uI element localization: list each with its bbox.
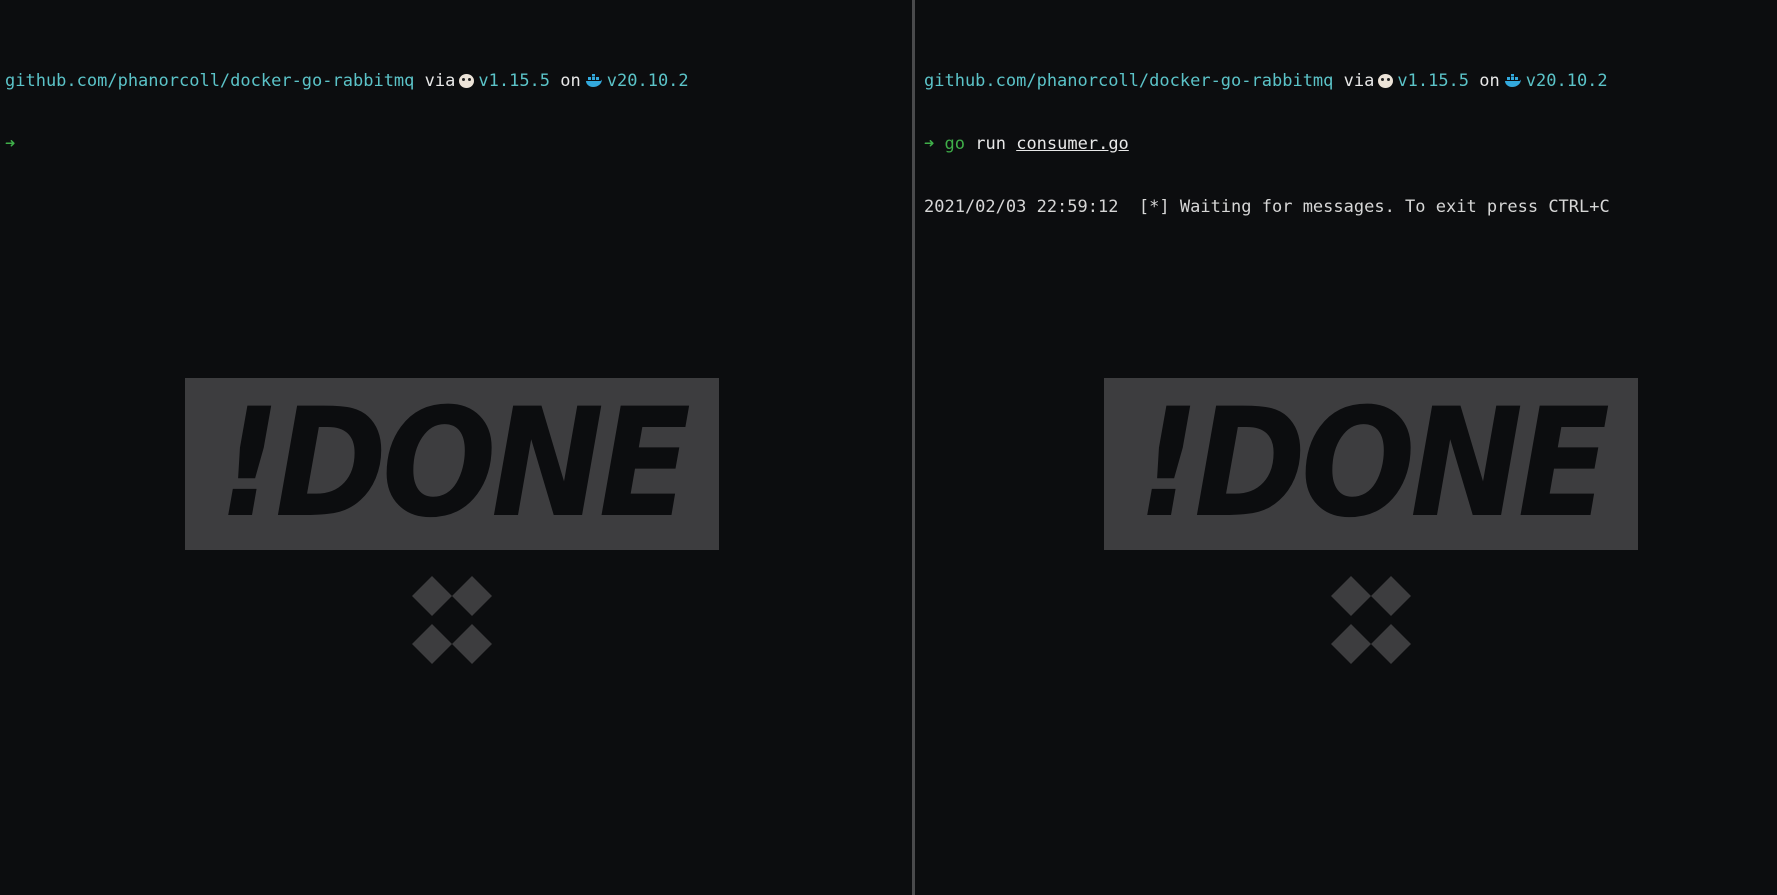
- command-file: consumer.go: [1016, 134, 1129, 154]
- command-run: run: [975, 134, 1006, 154]
- prompt-path: github.com/phanorcoll/docker-go-rabbitmq: [5, 71, 415, 91]
- go-version: v1.15.5: [1397, 71, 1470, 91]
- done-watermark: !DONE: [185, 378, 719, 668]
- prompt-on: on: [560, 71, 581, 91]
- prompt-via: via: [1343, 71, 1375, 91]
- terminal-pane-right[interactable]: !DONE github.com/phanorcoll/docker-go-ra…: [915, 0, 1777, 895]
- terminal-output-right: github.com/phanorcoll/docker-go-rabbitmq…: [924, 29, 1610, 260]
- go-version: v1.15.5: [478, 71, 551, 91]
- prompt-line: github.com/phanorcoll/docker-go-rabbitmq…: [924, 71, 1610, 92]
- gopher-icon: [1378, 74, 1394, 88]
- prompt-line: github.com/phanorcoll/docker-go-rabbitmq…: [5, 71, 689, 92]
- docker-version: v20.10.2: [1525, 71, 1608, 91]
- watermark-text: !DONE: [1137, 377, 1610, 551]
- gopher-icon: [459, 74, 475, 88]
- done-watermark: !DONE: [1104, 378, 1638, 668]
- output-line: 2021/02/03 22:59:12 [*] Waiting for mess…: [924, 197, 1610, 217]
- watermark-x-mark-icon: [412, 576, 492, 664]
- command-line[interactable]: ➜ go run consumer.go: [924, 134, 1610, 155]
- prompt-arrow-icon: ➜: [5, 134, 16, 154]
- input-line[interactable]: ➜: [5, 134, 689, 155]
- terminal-pane-left[interactable]: !DONE github.com/phanorcoll/docker-go-ra…: [0, 0, 912, 895]
- watermark-box: !DONE: [185, 378, 719, 550]
- docker-whale-icon: [1504, 74, 1521, 87]
- watermark-text: !DONE: [218, 377, 691, 551]
- command-go: go: [944, 134, 965, 154]
- terminal-output-left: github.com/phanorcoll/docker-go-rabbitmq…: [5, 29, 689, 197]
- docker-version: v20.10.2: [606, 71, 689, 91]
- watermark-x-mark-icon: [1331, 576, 1411, 664]
- prompt-via: via: [424, 71, 456, 91]
- watermark-box: !DONE: [1104, 378, 1638, 550]
- prompt-arrow-icon: ➜: [924, 134, 935, 154]
- prompt-on: on: [1479, 71, 1500, 91]
- prompt-path: github.com/phanorcoll/docker-go-rabbitmq: [924, 71, 1334, 91]
- docker-whale-icon: [585, 74, 602, 87]
